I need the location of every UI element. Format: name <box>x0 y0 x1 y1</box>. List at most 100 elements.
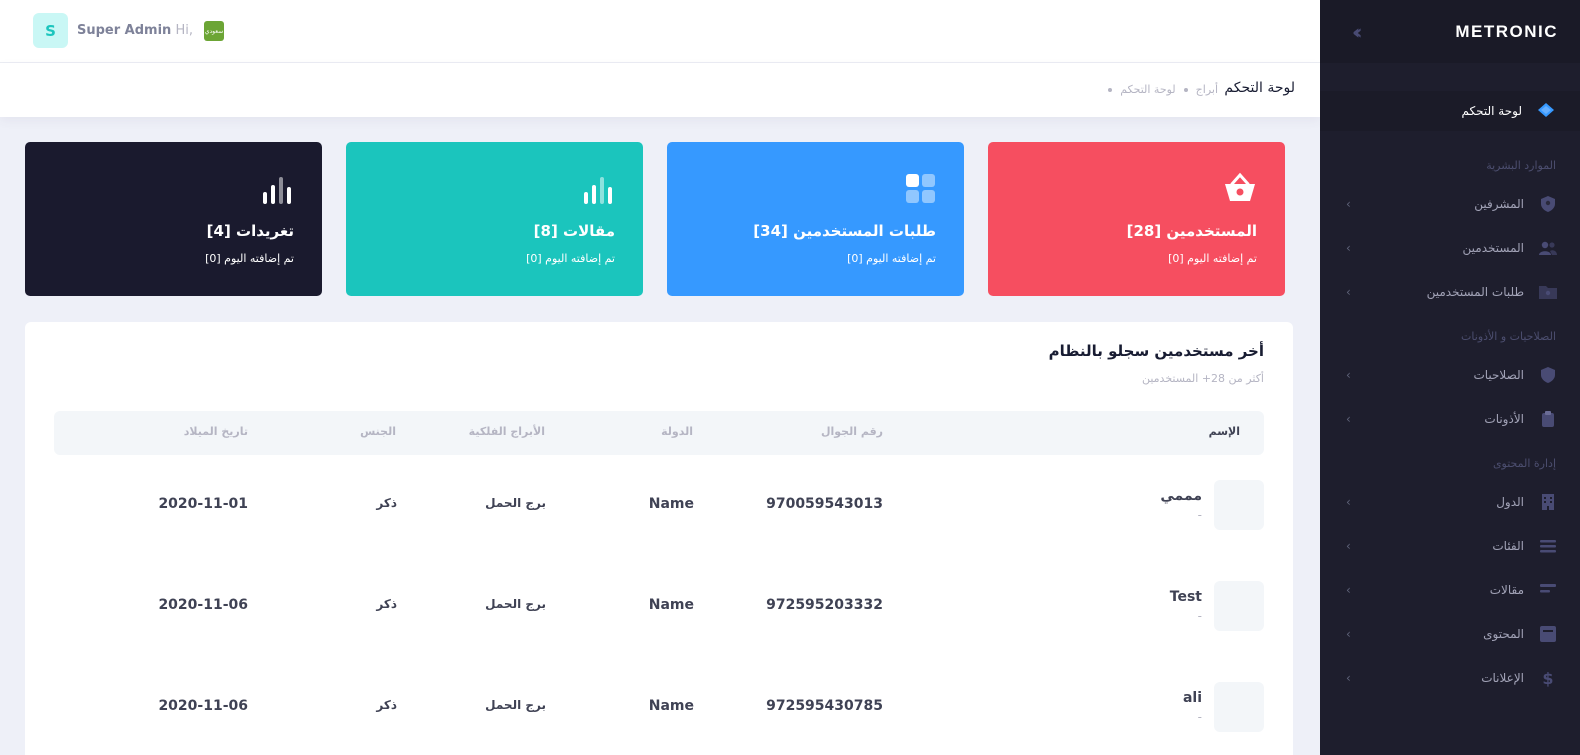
cell-zodiac: برج الحمل <box>485 496 546 510</box>
table-row[interactable]: ali - 972595430785 Name برج الحمل ذكر 20… <box>54 682 1264 742</box>
stat-card-subtitle: تم إضافته اليوم [0] <box>1168 252 1257 265</box>
cell-gender: ذكر <box>376 496 397 510</box>
sidebar-section-title: الصلاحيات و الأذونات <box>1461 330 1556 343</box>
stat-card-title: تغريدات [4] <box>206 222 294 240</box>
sidebar-item-label: الصلاحيات <box>1473 368 1524 382</box>
file-icon <box>1538 624 1558 644</box>
cell-country: Name <box>648 698 694 714</box>
sidebar-item-label: المحتوى <box>1483 627 1524 641</box>
column-header-name[interactable]: الإسم <box>1209 425 1240 438</box>
sidebar-item-authorizations[interactable]: ‹ الأذونات <box>1320 397 1580 441</box>
table-row[interactable]: مممي - 970059543013 Name برج الحمل ذكر 2… <box>54 480 1264 540</box>
layers-icon <box>1536 101 1556 121</box>
breadcrumb-separator <box>1183 87 1188 92</box>
sidebar-item-label: لوحة التحكم <box>1461 104 1523 118</box>
latest-users-panel: أخر مستخدمين سجلو بالنظام أكثر من 28+ ال… <box>25 322 1293 755</box>
sidebar-item-ads[interactable]: ‹ الإعلانات $ <box>1320 656 1580 700</box>
sidebar-item-countries[interactable]: ‹ الدول <box>1320 480 1580 524</box>
subheader: لوحة التحكم أبراج لوحة التحكم <box>0 63 1320 117</box>
sidebar-section-title: الموارد البشرية <box>1486 159 1556 172</box>
cell-country: Name <box>648 496 694 512</box>
user-subtext: - <box>1197 609 1202 623</box>
stat-card-subtitle: تم إضافته اليوم [0] <box>205 252 294 265</box>
stat-card-user-requests[interactable]: طلبات المستخدمين [34] تم إضافته اليوم [0… <box>667 142 964 296</box>
chevron-left-icon: ‹ <box>1346 627 1351 641</box>
user-subtext: - <box>1197 508 1202 522</box>
stat-card-users[interactable]: المستخدمين [28] تم إضافته اليوم [0] <box>988 142 1285 296</box>
sidebar-item-content[interactable]: ‹ المحتوى <box>1320 612 1580 656</box>
chevron-left-icon: ‹ <box>1346 671 1351 685</box>
sidebar-item-permissions[interactable]: ‹ الصلاحيات <box>1320 353 1580 397</box>
user-name[interactable]: Test <box>1170 589 1202 605</box>
breadcrumb-separator <box>1108 87 1113 92</box>
building-icon <box>1538 492 1558 512</box>
cell-gender: ذكر <box>376 698 397 712</box>
user-thumbnail <box>1214 581 1264 631</box>
sidebar-item-label: الأذونات <box>1484 412 1524 426</box>
grid-icon <box>906 174 935 203</box>
sidebar-toggle-icon[interactable]: ‹‹ <box>1352 20 1363 44</box>
cell-zodiac: برج الحمل <box>485 698 546 712</box>
user-greeting[interactable]: Super Admin Hi, <box>77 23 193 38</box>
shield-user-icon <box>1538 194 1558 214</box>
sidebar-item-dashboard[interactable]: لوحة التحكم <box>1320 91 1580 131</box>
cell-phone: 972595430785 <box>766 698 883 714</box>
chevron-left-icon: ‹ <box>1346 197 1351 211</box>
cell-birthdate: 2020-11-01 <box>158 496 248 512</box>
dollar-icon: $ <box>1542 668 1554 688</box>
user-name: Super Admin <box>77 23 172 38</box>
cell-gender: ذكر <box>376 597 397 611</box>
column-header-zodiac[interactable]: الأبراج الفلكية <box>469 425 545 438</box>
chevron-left-icon: ‹ <box>1346 285 1351 299</box>
user-name[interactable]: مممي <box>1160 488 1202 504</box>
sidebar-item-user-requests[interactable]: ‹ طلبات المستخدمين <box>1320 270 1580 314</box>
sidebar-item-label: المشرفين <box>1474 197 1524 211</box>
chevron-left-icon: ‹ <box>1346 241 1351 255</box>
breadcrumb-item[interactable]: أبراج <box>1196 83 1218 96</box>
stat-card-tweets[interactable]: تغريدات [4] تم إضافته اليوم [0] <box>25 142 322 296</box>
group-icon <box>1538 238 1558 258</box>
column-header-gender[interactable]: الجنس <box>360 425 396 438</box>
breadcrumb: أبراج لوحة التحكم <box>1108 83 1218 96</box>
column-header-phone[interactable]: رقم الجوال <box>821 425 883 438</box>
cell-phone: 972595203332 <box>766 597 883 613</box>
breadcrumb-item[interactable]: لوحة التحكم <box>1120 83 1175 96</box>
sidebar-item-articles[interactable]: ‹ مقالات <box>1320 568 1580 612</box>
avatar[interactable]: S <box>33 13 68 48</box>
user-subtext: - <box>1197 710 1202 724</box>
cell-birthdate: 2020-11-06 <box>158 597 248 613</box>
top-header: S Super Admin Hi, سعودي <box>0 0 1320 63</box>
table-header: الإسم رقم الجوال الدولة الأبراج الفلكية … <box>54 411 1264 455</box>
page-title: لوحة التحكم <box>1224 80 1295 96</box>
chevron-left-icon: ‹ <box>1346 412 1351 426</box>
stat-card-title: مقالات [8] <box>533 222 615 240</box>
column-header-birthdate[interactable]: تاريخ الميلاد <box>184 425 248 438</box>
sidebar-item-label: المستخدمين <box>1462 241 1524 255</box>
clipboard-icon <box>1538 409 1558 429</box>
chevron-left-icon: ‹ <box>1346 495 1351 509</box>
brand-logo[interactable]: METRONIC <box>1455 22 1558 42</box>
shield-check-icon <box>1538 365 1558 385</box>
table-row[interactable]: Test - 972595203332 Name برج الحمل ذكر 2… <box>54 581 1264 641</box>
user-name[interactable]: ali <box>1183 690 1202 706</box>
sidebar-item-categories[interactable]: ‹ الفئات <box>1320 524 1580 568</box>
user-thumbnail <box>1214 682 1264 732</box>
cell-zodiac: برج الحمل <box>485 597 546 611</box>
stat-card-subtitle: تم إضافته اليوم [0] <box>526 252 615 265</box>
chevron-left-icon: ‹ <box>1346 539 1351 553</box>
stat-card-articles[interactable]: مقالات [8] تم إضافته اليوم [0] <box>346 142 643 296</box>
language-flag-icon[interactable]: سعودي <box>204 21 224 41</box>
panel-subtitle: أكثر من 28+ المستخدمين <box>1141 372 1264 385</box>
bars-chart-icon <box>584 177 612 204</box>
folder-user-icon <box>1538 282 1558 302</box>
sidebar-item-label: الدول <box>1496 495 1524 509</box>
sidebar-item-supervisors[interactable]: ‹ المشرفين <box>1320 182 1580 226</box>
chevron-left-icon: ‹ <box>1346 368 1351 382</box>
sidebar-header: ‹‹ METRONIC <box>1320 0 1580 63</box>
sidebar-item-users[interactable]: ‹ المستخدمين <box>1320 226 1580 270</box>
column-header-country[interactable]: الدولة <box>661 425 693 438</box>
sidebar-section-title: إدارة المحتوى <box>1492 457 1556 470</box>
sidebar: ‹‹ METRONIC لوحة التحكم الموارد البشرية … <box>1320 0 1580 755</box>
sidebar-item-label: الفئات <box>1492 539 1524 553</box>
basket-icon <box>1225 172 1255 201</box>
